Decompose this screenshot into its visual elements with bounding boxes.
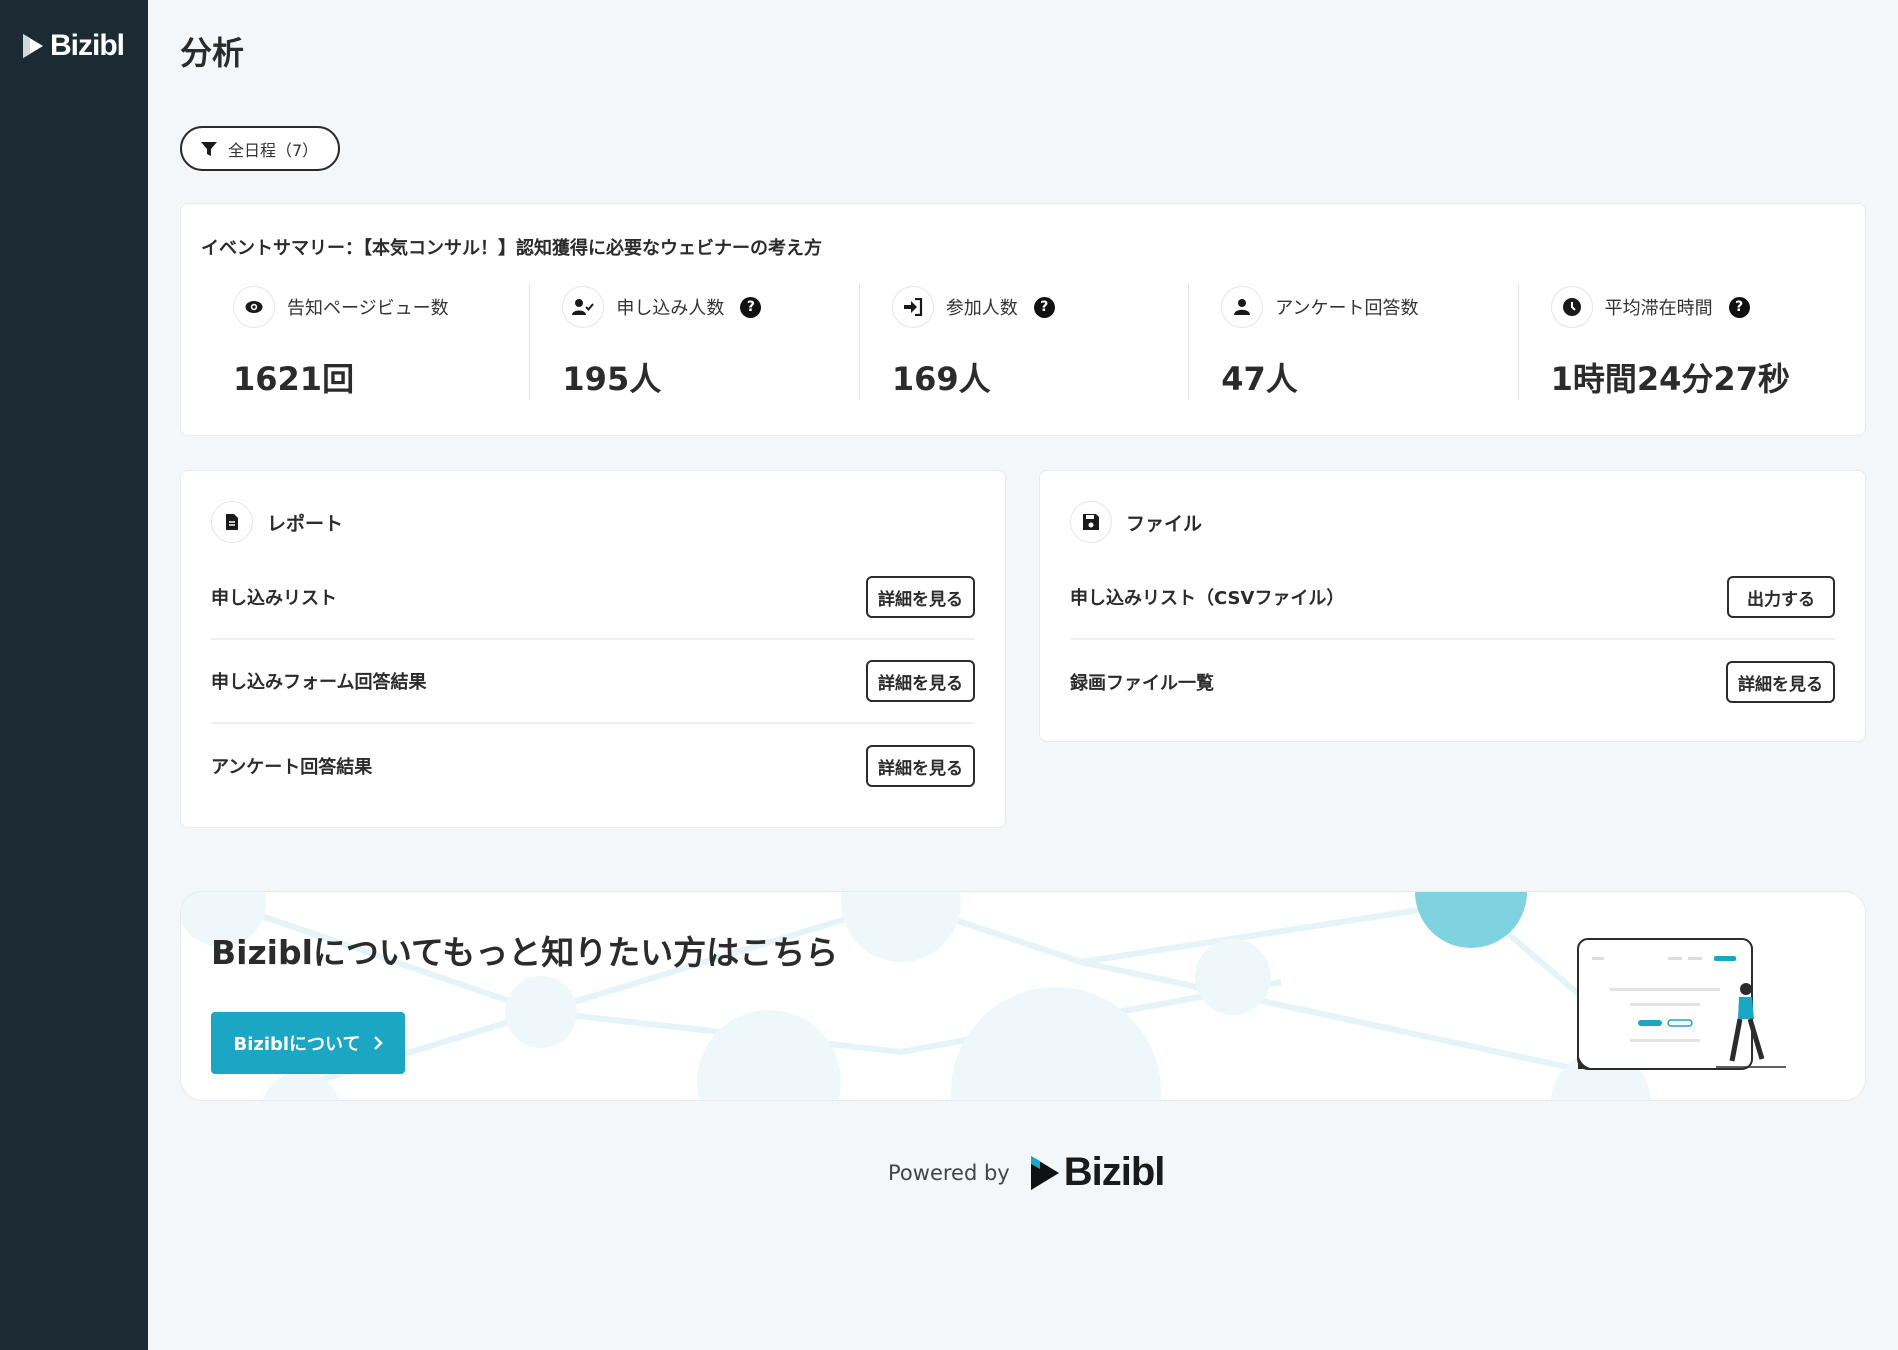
help-icon[interactable]: ? [740, 296, 762, 318]
stats-row: 告知ページビュー数 1621回 申し込み人数 ? 195人 参加人数 ? 169… [201, 284, 1847, 400]
list-item: 申し込みリスト（CSVファイル） 出力する [1070, 556, 1835, 640]
footer-logo-text: Bizibl [1063, 1150, 1166, 1194]
stat-value: 169人 [891, 360, 991, 398]
stat-value: 195人 [562, 360, 662, 398]
row-label: 申し込みリスト（CSVファイル） [1070, 588, 1345, 609]
event-summary-card: イベントサマリー：【本気コンサル！】認知獲得に必要なウェビナーの考え方 告知ペー… [180, 203, 1866, 436]
page-title: 分析 [180, 34, 245, 72]
stat-label: 告知ページビュー数 [287, 298, 449, 319]
stat-label: 申し込み人数 [616, 298, 725, 319]
list-item: アンケート回答結果 詳細を見る [211, 724, 975, 808]
sign-in-icon [891, 286, 934, 328]
report-title: レポート [267, 512, 344, 535]
stat-value: 1時間24分27秒 [1550, 360, 1790, 398]
play-logo-icon [1030, 1155, 1059, 1190]
view-details-button[interactable]: 詳細を見る [866, 660, 975, 702]
main-content: 分析 全日程（7） イベントサマリー：【本気コンサル！】認知獲得に必要なウェビナ… [148, 0, 1898, 1350]
about-bizibl-label: Biziblについて [233, 1034, 361, 1055]
stat-value: 1621回 [233, 360, 355, 398]
report-card: レポート 申し込みリスト 詳細を見る 申し込みフォーム回答結果 詳細を見る アン… [180, 470, 1006, 828]
row-label: アンケート回答結果 [211, 757, 373, 778]
sidebar: Bizibl [0, 0, 148, 1350]
about-bizibl-button[interactable]: Biziblについて [211, 1012, 405, 1074]
row-label: 申し込みリスト [211, 588, 337, 609]
promo-banner: Biziblについてもっと知りたい方はこちら Biziblについて [180, 891, 1866, 1101]
stat-page-views: 告知ページビュー数 1621回 [201, 284, 531, 400]
row-label: 録画ファイル一覧 [1070, 673, 1214, 694]
eye-icon [233, 286, 275, 328]
filter-chip[interactable]: 全日程（7） [180, 126, 341, 171]
help-icon[interactable]: ? [1728, 296, 1750, 318]
export-button[interactable]: 出力する [1727, 576, 1835, 618]
stat-survey-responses: アンケート回答数 47人 [1189, 284, 1519, 400]
list-item: 申し込みリスト 詳細を見る [211, 556, 975, 640]
view-details-button[interactable]: 詳細を見る [1726, 661, 1835, 703]
file-title: ファイル [1126, 512, 1203, 535]
user-check-icon [562, 286, 605, 328]
stat-participants: 参加人数 ? 169人 [860, 284, 1190, 400]
clock-icon [1550, 286, 1593, 328]
file-card: ファイル 申し込みリスト（CSVファイル） 出力する 録画ファイル一覧 詳細を見… [1039, 470, 1866, 742]
powered-by-text: Powered by [888, 1160, 1010, 1185]
stat-value: 47人 [1221, 360, 1298, 398]
play-logo-icon [23, 34, 43, 58]
banner-title: Biziblについてもっと知りたい方はこちら [211, 933, 839, 972]
sidebar-logo-text: Bizibl [50, 29, 125, 62]
summary-title: イベントサマリー：【本気コンサル！】認知獲得に必要なウェビナーの考え方 [201, 238, 822, 259]
user-icon [1221, 286, 1264, 328]
view-details-button[interactable]: 詳細を見る [866, 745, 975, 787]
sidebar-logo[interactable]: Bizibl [20, 28, 125, 64]
stat-label: 平均滞在時間 [1604, 298, 1713, 319]
filter-label: 全日程（7） [228, 140, 319, 160]
chevron-right-icon [373, 1036, 383, 1050]
view-details-button[interactable]: 詳細を見る [866, 576, 975, 618]
help-icon[interactable]: ? [1033, 296, 1055, 318]
powered-by: Powered by Bizibl [888, 1150, 1165, 1195]
stat-avg-duration: 平均滞在時間 ? 1時間24分27秒 [1519, 284, 1847, 400]
stat-label: アンケート回答数 [1275, 298, 1419, 319]
document-icon [211, 501, 253, 543]
stat-registrations: 申し込み人数 ? 195人 [530, 284, 860, 400]
stat-label: 参加人数 [945, 298, 1018, 319]
list-item: 申し込みフォーム回答結果 詳細を見る [211, 640, 975, 724]
row-label: 申し込みフォーム回答結果 [211, 672, 427, 693]
webinar-illustration [1577, 938, 1786, 1070]
list-item: 録画ファイル一覧 詳細を見る [1070, 640, 1835, 724]
filter-icon [201, 141, 217, 156]
footer-logo[interactable]: Bizibl [1028, 1150, 1165, 1195]
save-icon [1070, 501, 1112, 543]
